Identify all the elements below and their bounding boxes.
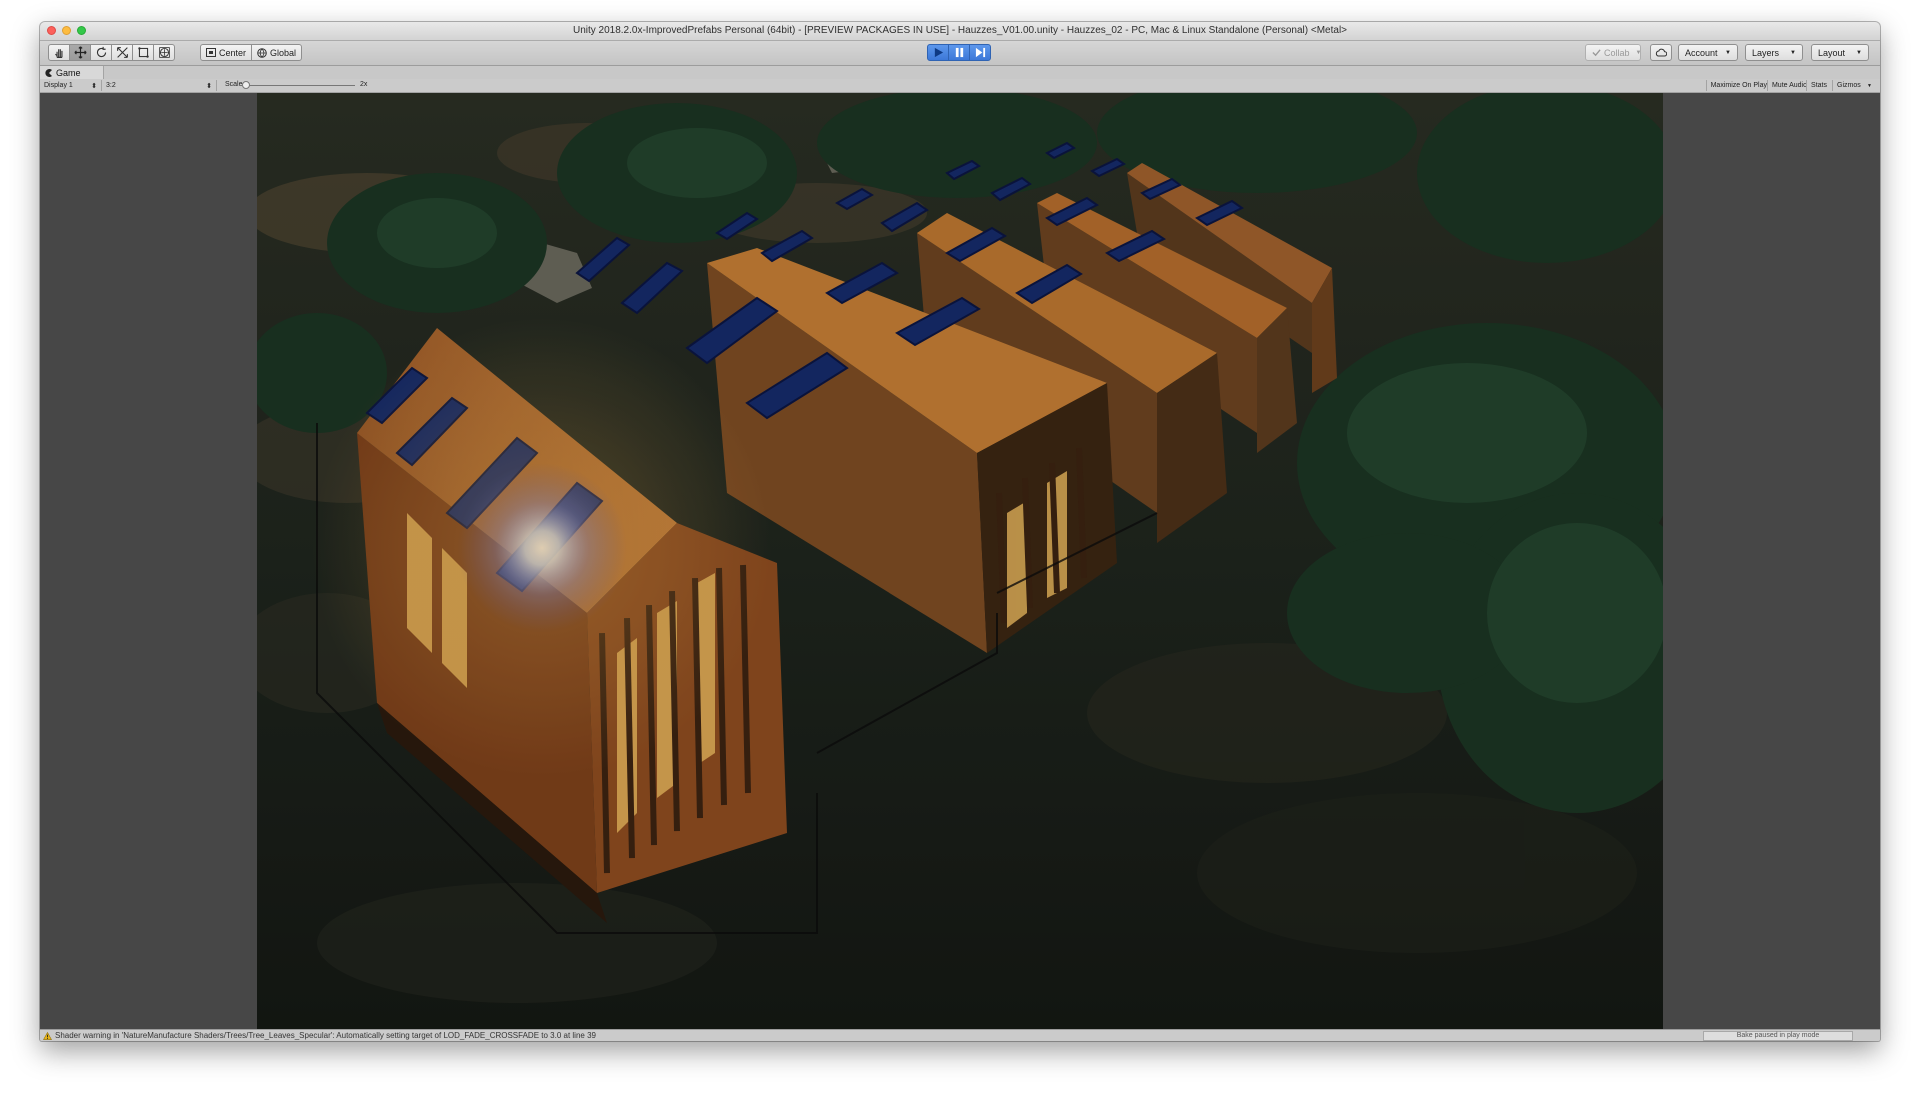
game-view-icon [45,68,52,77]
game-view-controls: Display 1 ⬍ 3:2 ⬍ Scale 2x Maximize On P… [40,79,1880,93]
scale-tool-button[interactable] [111,44,133,61]
aspect-select[interactable]: 3:2 ⬍ [102,80,217,91]
transform-tool-icon [158,47,170,58]
mute-audio-toggle[interactable]: Mute Audio [1766,80,1811,91]
hand-tool-icon [54,49,63,58]
gizmos-dropdown[interactable]: Gizmos ▼ [1832,80,1876,91]
aspect-label: 3:2 [106,82,116,89]
layers-label: Layers [1752,47,1780,58]
cloud-icon [1655,48,1667,57]
account-label: Account [1685,47,1718,58]
game-viewport [40,93,1880,1029]
step-icon [975,47,985,58]
collab-label: Collab [1604,47,1630,58]
scale-value: 2x [360,81,368,88]
account-dropdown[interactable]: Account ▼ [1678,44,1738,61]
select-arrows-icon: ⬍ [206,82,212,90]
playback-controls [927,44,991,61]
scale-tool-icon [116,47,128,58]
pivot-toggles: Center Global [200,44,303,61]
scale-slider-knob[interactable] [242,81,250,89]
tab-game[interactable]: Game [40,66,104,79]
rotate-tool-button[interactable] [90,44,112,61]
status-bar: Shader warning in 'NatureManufacture Sha… [40,1029,1880,1041]
chevron-down-icon: ▼ [1856,49,1862,56]
play-button[interactable] [927,44,949,61]
game-tab-bar: Game [40,66,1880,79]
scene-render [257,93,1663,1029]
pause-button[interactable] [948,44,970,61]
mute-audio-label: Mute Audio [1771,82,1807,89]
checkmark-icon [1592,49,1601,57]
cloud-button[interactable] [1650,44,1672,61]
pivot-center-button[interactable]: Center [200,44,253,61]
display-label: Display 1 [44,82,73,89]
rect-tool-icon [137,47,149,58]
stats-label: Stats [1811,82,1827,89]
pivot-center-label: Center [219,47,247,58]
chevron-down-icon: ▼ [1867,82,1872,89]
window-title: Unity 2018.2.0x-ImprovedPrefabs Personal… [572,25,1348,36]
stats-toggle[interactable]: Stats [1806,80,1831,91]
play-icon [934,47,943,58]
collab-dropdown[interactable]: Collab ▼ [1585,44,1641,61]
layout-dropdown[interactable]: Layout ▼ [1811,44,1869,61]
transform-tool-button[interactable] [153,44,175,61]
warning-icon [43,1031,52,1040]
pivot-center-icon [206,48,216,57]
main-toolbar: Center Global Collab ▼ Account ▼ Layers … [40,41,1880,66]
pivot-global-label: Global [270,47,297,58]
chevron-down-icon: ▼ [1635,49,1642,56]
step-button[interactable] [969,44,991,61]
hand-tool-button[interactable] [48,44,70,61]
layout-label: Layout [1818,47,1846,58]
chevron-down-icon: ▼ [1725,49,1731,56]
move-tool-icon [73,46,87,59]
globe-icon [257,47,267,58]
scale-label: Scale [225,81,243,88]
title-bar[interactable]: Unity 2018.2.0x-ImprovedPrefabs Personal… [40,22,1880,41]
warning-text: Shader warning in 'NatureManufacture Sha… [55,1031,596,1040]
select-arrows-icon: ⬍ [91,82,97,90]
pivot-global-button[interactable]: Global [251,44,303,61]
tab-game-label: Game [56,67,81,78]
chevron-down-icon: ▼ [1790,49,1796,56]
rotate-tool-icon [96,46,106,58]
pause-icon [955,47,963,58]
scene-vignette [257,93,1663,1029]
gizmos-label: Gizmos [1837,82,1861,89]
console-warning[interactable]: Shader warning in 'NatureManufacture Sha… [43,1031,596,1040]
bake-status-text: Bake paused in play mode [1736,1032,1820,1039]
bake-status: Bake paused in play mode [1703,1031,1853,1041]
display-select[interactable]: Display 1 ⬍ [40,80,102,91]
unity-window: Unity 2018.2.0x-ImprovedPrefabs Personal… [40,22,1880,1041]
rect-tool-button[interactable] [132,44,154,61]
scale-slider[interactable] [242,81,355,89]
move-tool-button[interactable] [69,44,91,61]
layers-dropdown[interactable]: Layers ▼ [1745,44,1803,61]
transform-tools [48,44,175,61]
rendered-game-scene[interactable] [257,93,1663,1029]
maximize-on-play-label: Maximize On Play [1710,82,1767,89]
maximize-on-play-toggle[interactable]: Maximize On Play [1705,80,1771,91]
